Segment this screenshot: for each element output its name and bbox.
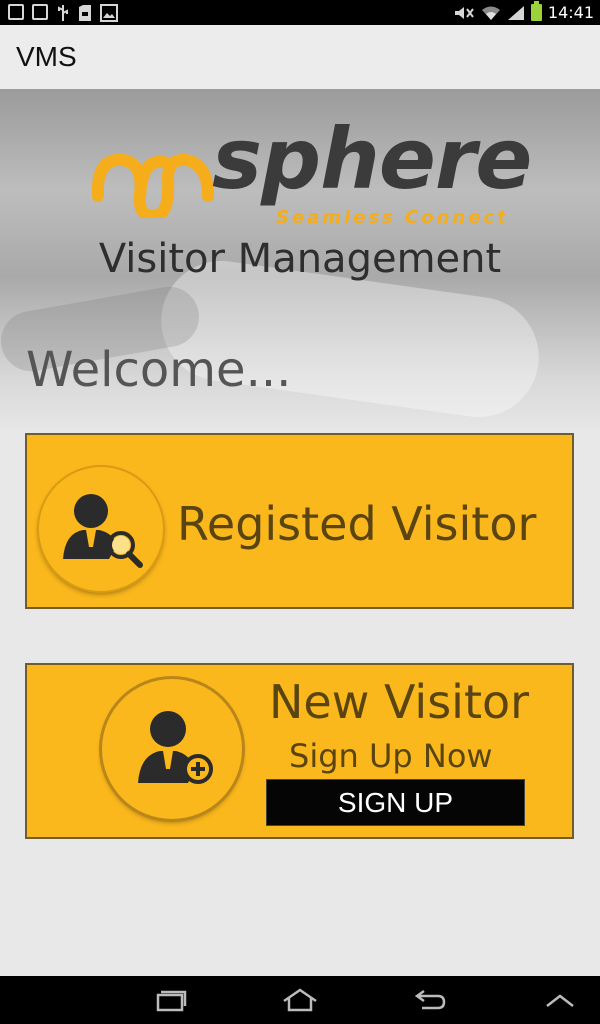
usb-icon [58, 5, 68, 21]
registered-visitor-label: Registed Visitor [177, 497, 537, 551]
menu-up-icon [546, 994, 574, 1007]
home-button[interactable] [270, 984, 330, 1016]
recent-apps-button[interactable] [140, 984, 200, 1016]
app-title: VMS [16, 41, 77, 72]
back-button[interactable] [400, 984, 460, 1016]
back-icon [414, 989, 446, 1010]
notification-icon [32, 4, 48, 20]
logo-tagline: Seamless Connect [276, 207, 509, 228]
status-bar-left [8, 4, 118, 22]
action-bar: VMS [0, 25, 600, 90]
welcome-heading: Welcome... [26, 342, 292, 398]
app-subtitle: Visitor Management [98, 236, 502, 282]
sd-card-icon [79, 5, 91, 21]
registered-visitor-avatar [39, 467, 163, 591]
sign-up-button[interactable]: SIGN UP [266, 779, 525, 826]
menu-up-button[interactable] [530, 984, 590, 1016]
logo-wave-icon [91, 153, 214, 218]
image-icon [100, 4, 118, 22]
new-visitor-avatar [102, 679, 242, 819]
navigation-bar [0, 976, 600, 1024]
user-search-icon [63, 494, 143, 568]
wifi-icon [481, 6, 500, 20]
home-icon [283, 988, 317, 1012]
new-visitor-label: New Visitor [269, 675, 530, 729]
status-bar: 14:41 [0, 0, 600, 25]
user-add-icon [138, 711, 213, 784]
recent-apps-icon [156, 990, 187, 1012]
mute-icon [454, 6, 474, 19]
signal-icon [507, 5, 524, 20]
registered-visitor-card[interactable]: Registed Visitor [25, 433, 574, 609]
new-visitor-card[interactable]: New Visitor Sign Up Now SIGN UP [25, 663, 574, 839]
status-bar-right: 14:41 [453, 1, 594, 22]
battery-icon [530, 1, 542, 21]
logo-wordmark: sphere [212, 110, 532, 208]
sign-up-now-label: Sign Up Now [289, 737, 493, 775]
status-time: 14:41 [547, 3, 594, 22]
notification-icon [8, 4, 24, 20]
brand-logo: sphere Seamless Connect [90, 110, 532, 230]
